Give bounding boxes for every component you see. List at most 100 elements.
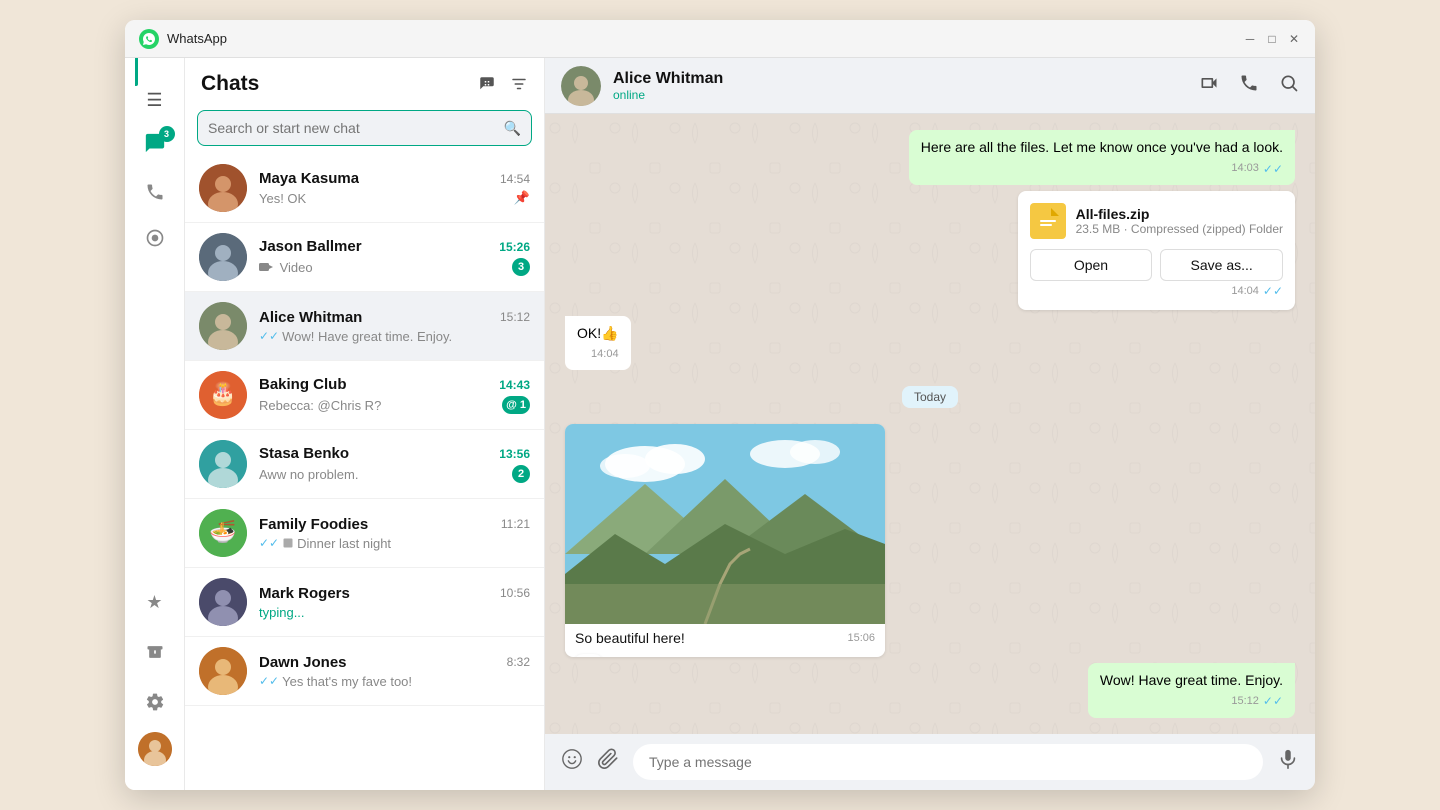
msg-2-tick: ✓✓ bbox=[1263, 284, 1283, 298]
chat-item-maya[interactable]: Maya Kasuma 14:54 Yes! OK 📌 bbox=[185, 154, 544, 223]
msg-6-text: Wow! Have great time. Enjoy. bbox=[1100, 672, 1283, 688]
chat-item-alice[interactable]: Alice Whitman 15:12 ✓✓ Wow! Have great t… bbox=[185, 292, 544, 361]
chat-item-family[interactable]: 🍜 Family Foodies 11:21 ✓✓ Dinner last ni… bbox=[185, 499, 544, 568]
sidebar-item-chats[interactable]: 3 bbox=[135, 126, 175, 166]
img-time: 15:06 bbox=[847, 632, 875, 644]
sidebar-item-starred[interactable]: ★ bbox=[135, 582, 175, 622]
user-avatar[interactable] bbox=[138, 732, 172, 766]
search-input[interactable] bbox=[208, 120, 504, 136]
search-messages-button[interactable] bbox=[1279, 73, 1299, 98]
whatsapp-logo bbox=[139, 29, 159, 49]
file-info-row: All-files.zip 23.5 MB · Compressed (zipp… bbox=[1030, 203, 1283, 239]
msg-6: Wow! Have great time. Enjoy. 15:12 ✓✓ bbox=[1088, 663, 1295, 718]
msg-3-text: OK!👍 bbox=[577, 325, 619, 341]
chat-item-dawn[interactable]: Dawn Jones 8:32 ✓✓ Yes that's my fave to… bbox=[185, 637, 544, 706]
heart-reaction[interactable]: ❤️ bbox=[573, 654, 604, 656]
msg-2-meta: 14:04 ✓✓ bbox=[1030, 284, 1283, 298]
file-icon bbox=[1030, 203, 1066, 239]
active-indicator bbox=[135, 58, 138, 86]
avatar-maya bbox=[199, 164, 247, 212]
chat-name-mark: Mark Rogers bbox=[259, 585, 350, 602]
save-file-button[interactable]: Save as... bbox=[1160, 249, 1283, 281]
open-file-button[interactable]: Open bbox=[1030, 249, 1153, 281]
file-name: All-files.zip bbox=[1076, 206, 1283, 222]
img-caption: So beautiful here! bbox=[575, 630, 685, 646]
window-controls: ─ □ ✕ bbox=[1243, 32, 1301, 46]
tick-icon-family: ✓✓ bbox=[259, 536, 279, 550]
svg-text:🎂: 🎂 bbox=[209, 380, 236, 407]
minimize-button[interactable]: ─ bbox=[1243, 32, 1257, 46]
day-divider: Today bbox=[565, 388, 1295, 406]
sidebar-item-menu[interactable]: ☰ bbox=[135, 80, 175, 120]
title-bar: WhatsApp ─ □ ✕ bbox=[125, 20, 1315, 58]
header-actions bbox=[478, 75, 528, 93]
chat-info-dawn: Dawn Jones 8:32 ✓✓ Yes that's my fave to… bbox=[259, 654, 530, 689]
chat-time-maya: 14:54 bbox=[500, 172, 530, 186]
chat-item-mark[interactable]: Mark Rogers 10:56 typing... bbox=[185, 568, 544, 637]
chat-time-family: 11:21 bbox=[501, 517, 530, 531]
chat-preview-mark: typing... bbox=[259, 605, 530, 620]
msg-1-meta: 14:03 ✓✓ bbox=[921, 161, 1283, 178]
msg-3: OK!👍 14:04 bbox=[565, 316, 631, 370]
sidebar: ☰ 3 ★ bbox=[125, 58, 185, 790]
msg-3-meta: 14:04 bbox=[577, 347, 619, 362]
chat-badge-baking: @ 1 bbox=[502, 396, 530, 414]
img-caption-row: So beautiful here! 15:06 bbox=[565, 624, 885, 652]
conv-header-info[interactable]: Alice Whitman online bbox=[613, 70, 1187, 102]
chat-preview-dawn: ✓✓ Yes that's my fave too! bbox=[259, 674, 530, 689]
chat-badge-stasa: 2 bbox=[512, 465, 530, 483]
filter-button[interactable] bbox=[510, 75, 528, 93]
attach-button[interactable] bbox=[597, 748, 619, 776]
msg-6-tick: ✓✓ bbox=[1263, 693, 1283, 710]
app-title: WhatsApp bbox=[167, 31, 1243, 46]
chat-preview-family: ✓✓ Dinner last night bbox=[259, 536, 530, 551]
chat-info-baking: Baking Club 14:43 Rebecca: @Chris R? @ 1 bbox=[259, 376, 530, 414]
search-bar: 🔍 bbox=[185, 106, 544, 154]
chat-list: Maya Kasuma 14:54 Yes! OK 📌 bbox=[185, 154, 544, 790]
chat-time-stasa: 13:56 bbox=[499, 447, 530, 461]
sidebar-item-archive[interactable] bbox=[135, 632, 175, 672]
pin-icon-maya: 📌 bbox=[514, 190, 530, 206]
new-chat-button[interactable] bbox=[478, 75, 496, 93]
main-area: ☰ 3 ★ bbox=[125, 58, 1315, 790]
voice-button[interactable] bbox=[1277, 748, 1299, 776]
chat-info-alice: Alice Whitman 15:12 ✓✓ Wow! Have great t… bbox=[259, 309, 530, 344]
app-window: WhatsApp ─ □ ✕ ☰ 3 bbox=[125, 20, 1315, 790]
chat-preview-maya: Yes! OK bbox=[259, 191, 514, 206]
emoji-button[interactable] bbox=[561, 748, 583, 776]
chat-preview-baking: Rebecca: @Chris R? bbox=[259, 398, 502, 413]
avatar-alice bbox=[199, 302, 247, 350]
close-button[interactable]: ✕ bbox=[1287, 32, 1301, 46]
avatar-jason bbox=[199, 233, 247, 281]
conv-avatar[interactable] bbox=[561, 66, 601, 106]
chat-name-alice: Alice Whitman bbox=[259, 309, 362, 326]
file-actions: Open Save as... bbox=[1030, 249, 1283, 281]
chat-name-maya: Maya Kasuma bbox=[259, 170, 359, 187]
msg-1: Here are all the files. Let me know once… bbox=[909, 130, 1295, 185]
maximize-button[interactable]: □ bbox=[1265, 32, 1279, 46]
audio-call-button[interactable] bbox=[1239, 73, 1259, 98]
avatar-mark bbox=[199, 578, 247, 626]
avatar-family: 🍜 bbox=[199, 509, 247, 557]
chat-item-jason[interactable]: Jason Ballmer 15:26 Video 3 bbox=[185, 223, 544, 292]
chat-time-alice: 15:12 bbox=[500, 310, 530, 324]
chat-info-jason: Jason Ballmer 15:26 Video 3 bbox=[259, 238, 530, 276]
msg-6-meta: 15:12 ✓✓ bbox=[1100, 693, 1283, 710]
chat-time-jason: 15:26 bbox=[499, 240, 530, 254]
sidebar-item-settings[interactable] bbox=[135, 682, 175, 722]
sidebar-item-status[interactable] bbox=[135, 218, 175, 258]
sidebar-bottom: ★ bbox=[135, 582, 175, 778]
conv-header: Alice Whitman online bbox=[545, 58, 1315, 114]
chat-info-stasa: Stasa Benko 13:56 Aww no problem. 2 bbox=[259, 445, 530, 483]
chat-item-stasa[interactable]: Stasa Benko 13:56 Aww no problem. 2 bbox=[185, 430, 544, 499]
msg-1-time: 14:03 bbox=[1231, 161, 1259, 176]
chat-preview-alice: ✓✓ Wow! Have great time. Enjoy. bbox=[259, 329, 530, 344]
sidebar-item-calls[interactable] bbox=[135, 172, 175, 212]
chat-item-baking[interactable]: 🎂 Baking Club 14:43 Rebecca: @Chris R? @… bbox=[185, 361, 544, 430]
conv-header-actions bbox=[1199, 73, 1299, 98]
chat-preview-jason: Video bbox=[259, 260, 512, 275]
video-call-button[interactable] bbox=[1199, 73, 1219, 98]
msg-1-tick: ✓✓ bbox=[1263, 161, 1283, 178]
avatar-dawn bbox=[199, 647, 247, 695]
message-input[interactable] bbox=[633, 744, 1263, 780]
